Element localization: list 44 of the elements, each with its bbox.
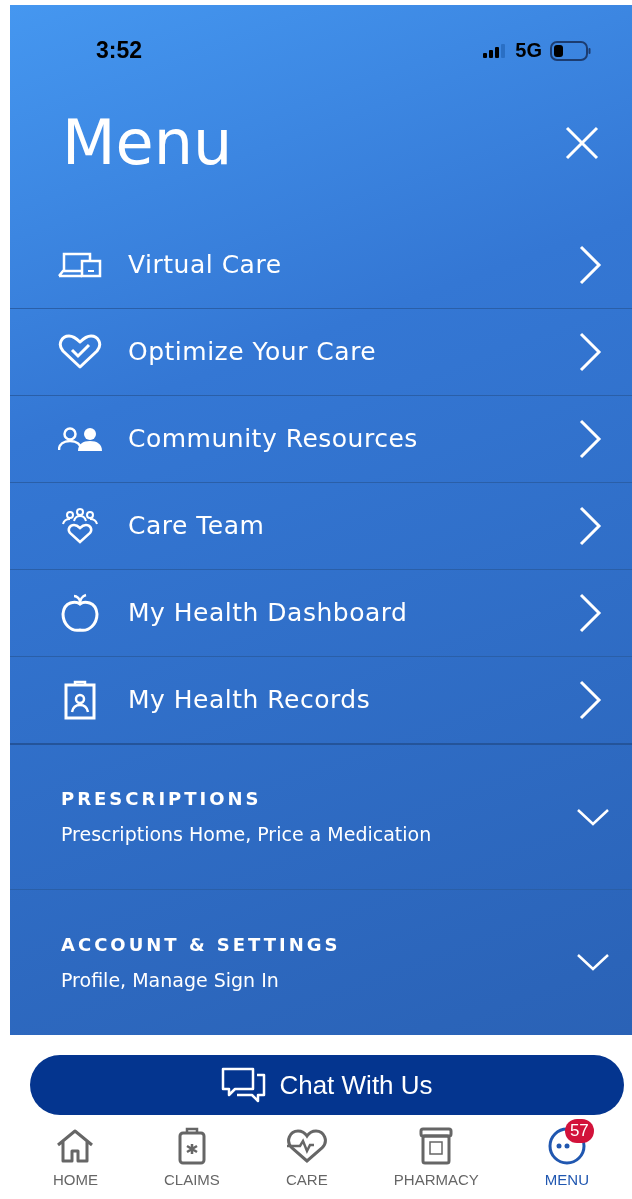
section-subtitle: Profile, Manage Sign In bbox=[61, 968, 280, 991]
tab-item[interactable]: 57 MENU bbox=[536, 1117, 597, 1188]
menu-item-label: Optimize Your Care bbox=[128, 337, 378, 366]
network-label: 5G bbox=[515, 39, 542, 63]
section-subtitle: Prescriptions Home, Price a Medication bbox=[61, 823, 433, 846]
menu-item[interactable]: Optimize Your Care bbox=[10, 308, 632, 396]
menu-item-label: My Health Records bbox=[128, 685, 372, 714]
heartbeat-icon bbox=[285, 1129, 328, 1163]
tab-item[interactable]: PHARMACY bbox=[385, 1117, 487, 1188]
chevron-right-icon bbox=[578, 505, 602, 546]
chevron-right-icon bbox=[578, 331, 602, 372]
menu-item[interactable]: My Health Dashboard bbox=[10, 569, 632, 657]
clipboard-icon bbox=[176, 1127, 207, 1165]
signal-icon bbox=[483, 43, 508, 58]
menu-item-label: My Health Dashboard bbox=[128, 598, 409, 627]
menu-title: Menu bbox=[62, 106, 233, 180]
chevron-right-icon bbox=[578, 679, 602, 720]
tab-item[interactable]: CARE bbox=[277, 1117, 336, 1188]
notification-badge: 57 bbox=[564, 1119, 594, 1143]
section-accordion[interactable]: ACCOUNT & SETTINGS Profile, Manage Sign In bbox=[10, 889, 632, 1035]
menu-item[interactable]: Virtual Care bbox=[10, 221, 632, 309]
close-icon[interactable] bbox=[564, 125, 600, 161]
chat-icon bbox=[221, 1067, 268, 1103]
menu-item-label: Virtual Care bbox=[128, 250, 283, 279]
chevron-right-icon bbox=[578, 244, 602, 285]
tab-item[interactable]: HOME bbox=[45, 1117, 106, 1188]
section-title: ACCOUNT & SETTINGS bbox=[61, 933, 342, 955]
status-time: 3:52 bbox=[96, 37, 143, 65]
tab-item[interactable]: CLAIMS bbox=[155, 1117, 228, 1188]
chat-button[interactable]: Chat With Us bbox=[30, 1055, 624, 1115]
heart-check-icon bbox=[58, 333, 102, 370]
chevron-right-icon bbox=[578, 418, 602, 459]
pill-bottle-icon bbox=[419, 1127, 454, 1165]
menu-item-label: Community Resources bbox=[128, 424, 419, 453]
devices-icon bbox=[58, 250, 102, 279]
section-accordion[interactable]: PRESCRIPTIONS Prescriptions Home, Price a Medication bbox=[10, 744, 632, 890]
home-icon bbox=[55, 1128, 96, 1164]
menu-item-label: Care Team bbox=[128, 511, 266, 540]
menu-item[interactable]: Care Team bbox=[10, 482, 632, 570]
people-icon bbox=[58, 426, 102, 451]
section-title: PRESCRIPTIONS bbox=[61, 788, 263, 810]
menu-item[interactable]: Community Resources bbox=[10, 395, 632, 483]
chevron-right-icon bbox=[578, 592, 602, 633]
battery-icon bbox=[550, 40, 592, 61]
